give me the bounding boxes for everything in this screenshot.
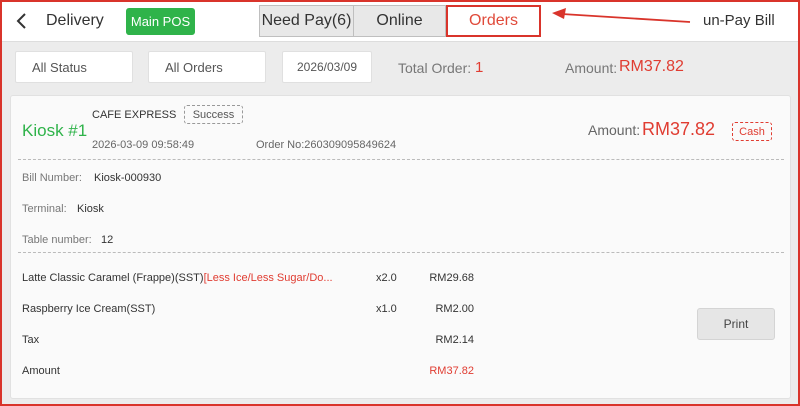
terminal-value: Kiosk xyxy=(77,203,104,215)
orders-filter[interactable]: All Orders xyxy=(148,51,266,83)
payment-method-badge: Cash xyxy=(732,122,772,141)
store-name: CAFE EXPRESS xyxy=(92,109,177,121)
order-number: Order No:260309095849624 xyxy=(256,139,397,151)
bill-number-value: Kiosk-000930 xyxy=(94,172,162,184)
unpay-bill-link[interactable]: un-Pay Bill xyxy=(703,12,775,29)
bill-number-label: Bill Number: xyxy=(22,172,82,184)
item-modifiers: [Less Ice/Less Sugar/Do... xyxy=(203,272,333,284)
status-badge: Success xyxy=(184,105,243,124)
item-qty: x2.0 xyxy=(376,272,397,284)
total-order-label: Total Order: xyxy=(398,60,472,76)
annotation-arrow-icon xyxy=(552,8,691,23)
tax-label: Tax xyxy=(22,334,40,346)
amount-label: Amount: xyxy=(565,60,618,76)
divider xyxy=(18,159,784,160)
tax-value: RM2.14 xyxy=(435,334,474,346)
amount-value: RM37.82 xyxy=(619,58,684,75)
top-bar: Delivery Main POS Need Pay(6) Online Ord… xyxy=(0,0,800,42)
total-order-value: 1 xyxy=(475,59,484,76)
terminal-label: Terminal: xyxy=(22,203,67,215)
item-name: Raspberry Ice Cream(SST) xyxy=(22,303,156,315)
tab-online[interactable]: Online xyxy=(353,5,446,37)
order-amount-label: Amount: xyxy=(588,122,641,138)
item-price: RM2.00 xyxy=(435,303,474,315)
item-price: RM29.68 xyxy=(429,272,474,284)
item-qty: x1.0 xyxy=(376,303,397,315)
table-number-value: 12 xyxy=(101,234,114,246)
date-filter[interactable]: 2026/03/09 xyxy=(282,51,372,83)
main-pos-button[interactable]: Main POS xyxy=(126,8,195,35)
table-number-label: Table number: xyxy=(22,234,92,246)
page-title: Delivery xyxy=(46,12,104,29)
back-arrow-icon[interactable] xyxy=(12,10,32,32)
print-button[interactable]: Print xyxy=(697,308,775,340)
status-filter[interactable]: All Status xyxy=(15,51,133,83)
order-card: Kiosk #1 CAFE EXPRESS Success 2026-03-09… xyxy=(10,95,791,399)
tab-orders[interactable]: Orders xyxy=(446,5,541,37)
kiosk-label: Kiosk #1 xyxy=(22,121,88,140)
total-amount-value: RM37.82 xyxy=(429,365,474,377)
order-amount-value: RM37.82 xyxy=(642,119,716,139)
tab-need-pay[interactable]: Need Pay(6) xyxy=(259,5,353,37)
item-name: Latte Classic Caramel (Frappe)(SST)[Less… xyxy=(22,272,333,284)
total-amount-label: Amount xyxy=(22,365,60,377)
order-datetime: 2026-03-09 09:58:49 xyxy=(92,139,195,151)
divider xyxy=(18,252,784,253)
